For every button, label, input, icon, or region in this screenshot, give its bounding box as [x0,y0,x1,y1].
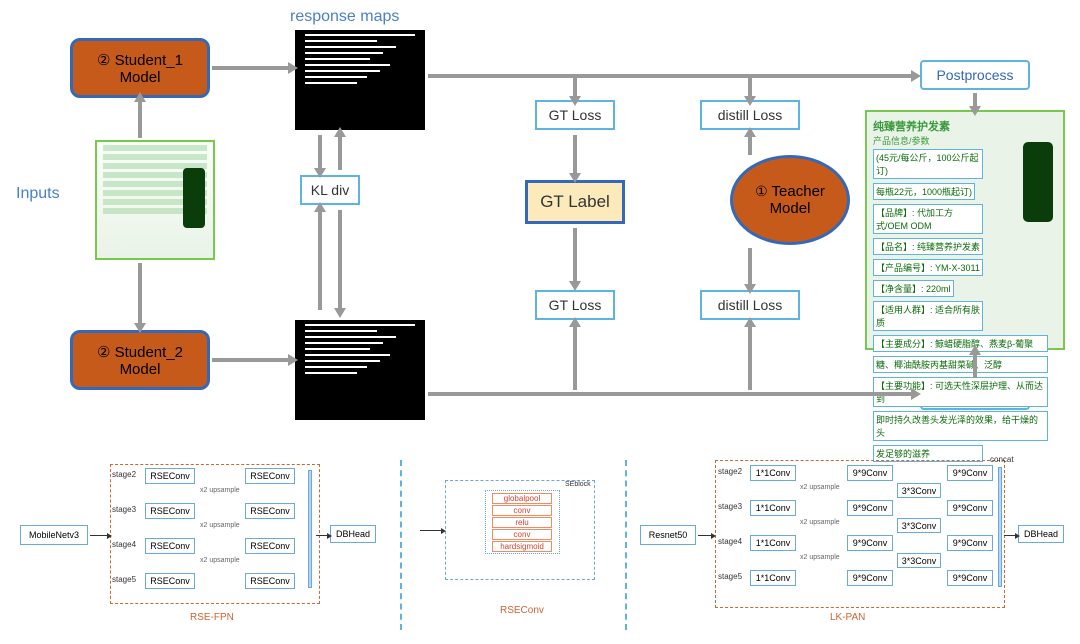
conv-box: 3*3Conv [897,483,941,498]
arrow [318,135,322,170]
seblock-label: SEblock [565,481,591,488]
student-1-model: ② Student_1 Model [70,38,210,98]
distill-loss-box-2: distill Loss [700,290,800,320]
arrow [748,78,752,98]
conv-box: 9*9Conv [847,500,893,516]
bottom-diagrams: MobileNetv3 stage2 stage3 stage4 stage5 … [0,450,1080,644]
input-image [95,140,215,260]
output-card: 纯臻营养护发素 产品信息/参数 (45元/每公斤，100公斤起订) 每瓶22元，… [865,110,1065,350]
dbhead-box: DBHead [1018,525,1064,543]
rse-fpn-caption: RSE-FPN [190,612,234,623]
conv-box: 9*9Conv [947,535,993,551]
conv-box: 9*9Conv [847,465,893,481]
lkpan-caption: LK-PAN [830,612,865,623]
arrow [138,100,142,138]
arrow [338,210,342,310]
arrow [318,210,322,310]
conv-box: 9*9Conv [947,500,993,516]
gt-loss-box-2: GT Loss [535,290,615,320]
arrow [973,353,977,378]
top-diagram: Inputs response maps ② Student_1 Model ②… [0,0,1080,440]
output-title: 纯臻营养护发素 [873,118,1057,134]
rseconv-caption: RSEConv [500,605,544,616]
arrow [698,535,712,536]
rseconv-box: RSEConv [145,538,195,554]
conv-box: 9*9Conv [847,535,893,551]
rseconv-box: RSEConv [245,538,295,554]
arrow [1004,535,1016,536]
conv-box: 1*1Conv [750,500,796,516]
bottle-icon [1023,142,1053,222]
circled-2: ② [97,52,110,69]
arrow [748,248,752,286]
rseconv-box: RSEConv [245,573,295,589]
arrow [573,228,577,283]
concat-bar [998,467,1002,587]
conv-box: 9*9Conv [847,570,893,586]
arrow [573,78,577,98]
rseconv-box: RSEConv [245,468,295,484]
circled-1: ① [755,183,768,199]
arrow [138,263,142,325]
conv-box: 1*1Conv [750,535,796,551]
conv-box: 3*3Conv [897,518,941,533]
rseconv-box: RSEConv [145,503,195,519]
dbhead-box: DBHead [330,525,376,543]
mobilenet-box: MobileNetv3 [20,525,88,545]
arrow [428,392,913,396]
separator [625,460,627,630]
arrow [748,135,752,155]
conv-box: 9*9Conv [947,465,993,481]
conv-box: 1*1Conv [750,570,796,586]
arrow [90,535,108,536]
resnet-box: Resnet50 [640,525,696,545]
circled-2: ② [97,344,110,361]
arrow [748,325,752,390]
arrow [428,74,913,78]
separator [400,460,402,630]
postprocess-box-1: Postprocess [920,60,1030,90]
arrow [573,135,577,175]
rseconv-box: RSEConv [145,573,195,589]
kl-div-box: KL div [300,175,360,205]
arrow [973,93,977,108]
conv-box: 3*3Conv [897,553,941,568]
arrow [420,530,442,531]
arrow [338,135,342,170]
rseconv-box: RSEConv [145,468,195,484]
response-map-2 [295,320,425,420]
concat-bar [308,470,312,588]
student-2-model: ② Student_2 Model [70,330,210,390]
conv-box: 9*9Conv [947,570,993,586]
response-map-1 [295,30,425,130]
bottle-icon [183,168,205,228]
response-maps-label: response maps [290,8,399,26]
arrow [573,325,577,390]
conv-box: 1*1Conv [750,465,796,481]
gt-label-box: GT Label [525,180,625,224]
arrow [316,535,328,536]
rseconv-box: RSEConv [245,503,295,519]
arrow [212,66,290,70]
teacher-model: ① Teacher Model [730,155,850,245]
arrow [212,358,290,362]
inputs-label: Inputs [16,185,60,203]
